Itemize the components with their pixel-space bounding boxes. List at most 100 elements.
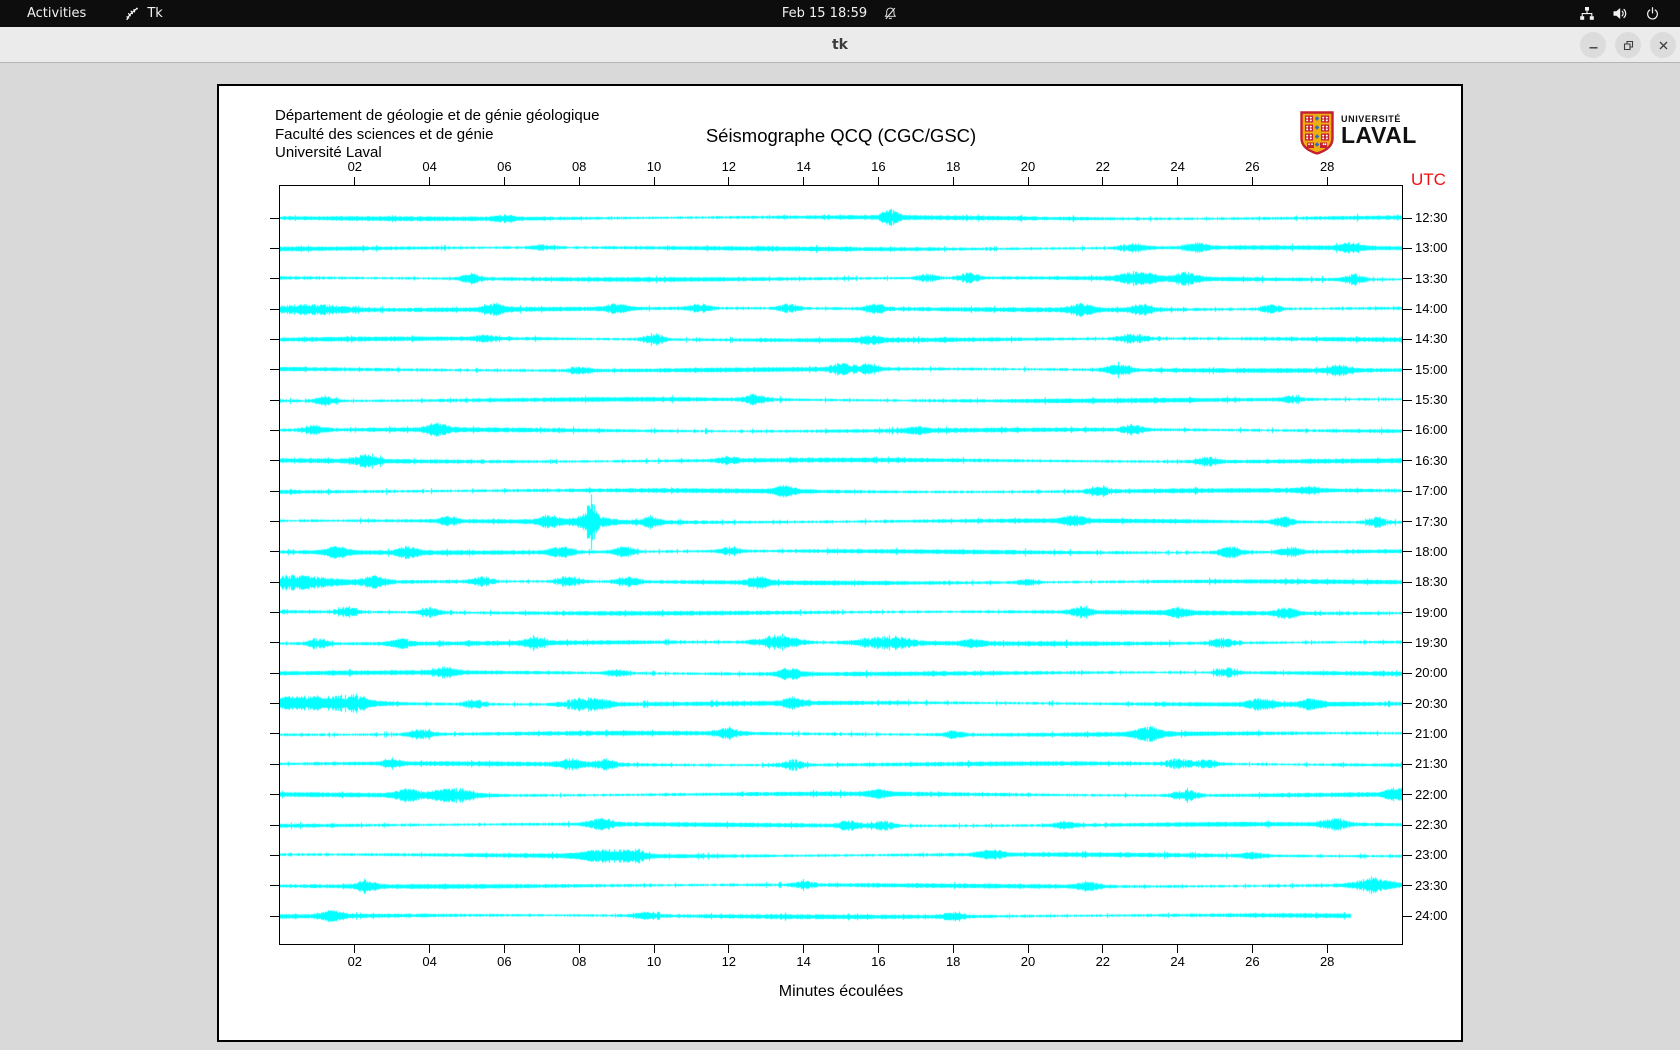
utc-time-label: 20:00 [1415,665,1448,681]
trace-tick-mark-left [270,399,279,401]
x-tick-mark-bottom [952,945,954,953]
trace-tick-mark-right [1403,551,1412,553]
x-tick-mark-top [1102,177,1104,185]
header-line-1: Département de géologie et de génie géol… [275,107,600,124]
trace-tick-mark-left [270,763,279,765]
trace-tick-mark-right [1403,278,1412,280]
x-tick-label-bottom: 10 [646,954,662,969]
trace-tick-mark-right [1403,581,1412,583]
x-tick-mark-bottom [653,945,655,953]
x-tick-mark-top [728,177,730,185]
x-tick-mark-bottom [1326,945,1328,953]
utc-time-label: 14:30 [1415,331,1448,347]
trace-tick-mark-left [270,217,279,219]
trace-tick-mark-right [1403,338,1412,340]
x-tick-label-bottom: 16 [871,954,886,969]
maximize-button[interactable] [1615,32,1641,58]
trace-tick-mark-right [1403,672,1412,674]
utc-time-label: 16:30 [1415,452,1448,468]
network-icon[interactable] [1579,6,1595,21]
app-indicator-tk[interactable]: Tk [124,0,163,27]
x-tick-mark-top [1177,177,1179,185]
x-tick-label-top: 16 [871,159,886,174]
close-button[interactable] [1650,32,1676,58]
trace-tick-mark-right [1403,217,1412,219]
trace-tick-mark-right [1403,308,1412,310]
seismograph-canvas [280,186,1402,944]
x-tick-label-bottom: 22 [1095,954,1111,969]
x-tick-mark-top [503,177,505,185]
universite-laval-logo: UNIVERSITÉ LAVAL [1300,111,1417,160]
x-tick-mark-top [952,177,954,185]
trace-tick-mark-left [270,612,279,614]
activities-button[interactable]: Activities [27,0,86,27]
x-tick-label-bottom: 12 [721,954,737,969]
system-top-bar: Activities Tk Feb 15 18:59 [0,0,1680,27]
trace-tick-mark-left [270,824,279,826]
x-tick-mark-top [653,177,655,185]
power-icon[interactable] [1645,6,1660,21]
trace-tick-mark-left [270,703,279,705]
utc-time-label: 16:00 [1415,422,1448,438]
trace-tick-mark-left [270,460,279,462]
trace-tick-mark-left [270,551,279,553]
trace-tick-mark-right [1403,521,1412,522]
x-tick-mark-top [1027,177,1029,185]
x-tick-label-bottom: 08 [571,954,587,969]
trace-tick-mark-right [1403,915,1412,917]
volume-icon[interactable] [1612,6,1628,21]
trace-tick-mark-left [270,581,279,583]
x-tick-label-top: 04 [422,159,437,174]
trace-tick-mark-right [1403,460,1412,462]
utc-time-label: 13:00 [1415,240,1448,256]
x-tick-mark-top [877,177,879,185]
notifications-muted-icon [883,6,898,21]
x-tick-label-bottom: 06 [497,954,512,969]
x-tick-label-top: 22 [1095,159,1111,174]
x-tick-mark-top [1251,177,1253,185]
x-tick-mark-bottom [429,945,431,953]
trace-tick-mark-left [270,490,279,492]
x-tick-label-bottom: 24 [1170,954,1185,969]
utc-time-label: 12:30 [1415,210,1448,225]
x-tick-label-bottom: 20 [1020,954,1036,969]
clock-label[interactable]: Feb 15 18:59 [782,6,867,21]
x-tick-mark-top [354,177,356,185]
trace-tick-mark-left [270,308,279,310]
x-tick-mark-top [803,177,805,185]
x-tick-mark-bottom [578,945,580,953]
x-tick-mark-bottom [354,945,356,953]
trace-tick-mark-right [1403,612,1412,614]
trace-tick-mark-left [270,885,279,887]
trace-tick-mark-right [1403,885,1412,887]
trace-tick-mark-right [1403,399,1412,401]
utc-time-label: 23:00 [1415,847,1448,863]
x-tick-mark-bottom [728,945,730,953]
trace-tick-mark-left [270,672,279,674]
trace-tick-mark-right [1403,824,1412,826]
x-tick-label-bottom: 04 [422,954,437,969]
laval-shield-icon [1300,111,1334,160]
utc-time-label: 17:30 [1415,513,1448,529]
trace-tick-mark-right [1403,490,1412,492]
trace-tick-mark-left [270,278,279,280]
trace-tick-mark-right [1403,733,1412,735]
x-tick-label-bottom: 26 [1245,954,1260,969]
trace-tick-mark-right [1403,642,1412,644]
window-title-bar[interactable]: tk [0,27,1680,63]
x-tick-mark-bottom [503,945,505,953]
utc-time-label: 22:30 [1415,817,1448,832]
utc-time-label: 21:00 [1415,725,1448,741]
utc-time-label: 18:30 [1415,574,1448,590]
x-tick-label-bottom: 18 [945,954,961,969]
trace-tick-mark-right [1403,763,1412,765]
trace-tick-mark-right [1403,247,1412,249]
trace-tick-mark-left [270,854,279,856]
utc-axis-label: UTC [1411,170,1446,189]
x-tick-label-top: 14 [796,159,811,174]
x-tick-label-top: 12 [721,159,737,174]
trace-tick-mark-left [270,429,279,431]
x-tick-mark-bottom [1102,945,1104,953]
utc-time-label: 19:30 [1415,634,1448,650]
minimize-button[interactable] [1580,32,1606,58]
